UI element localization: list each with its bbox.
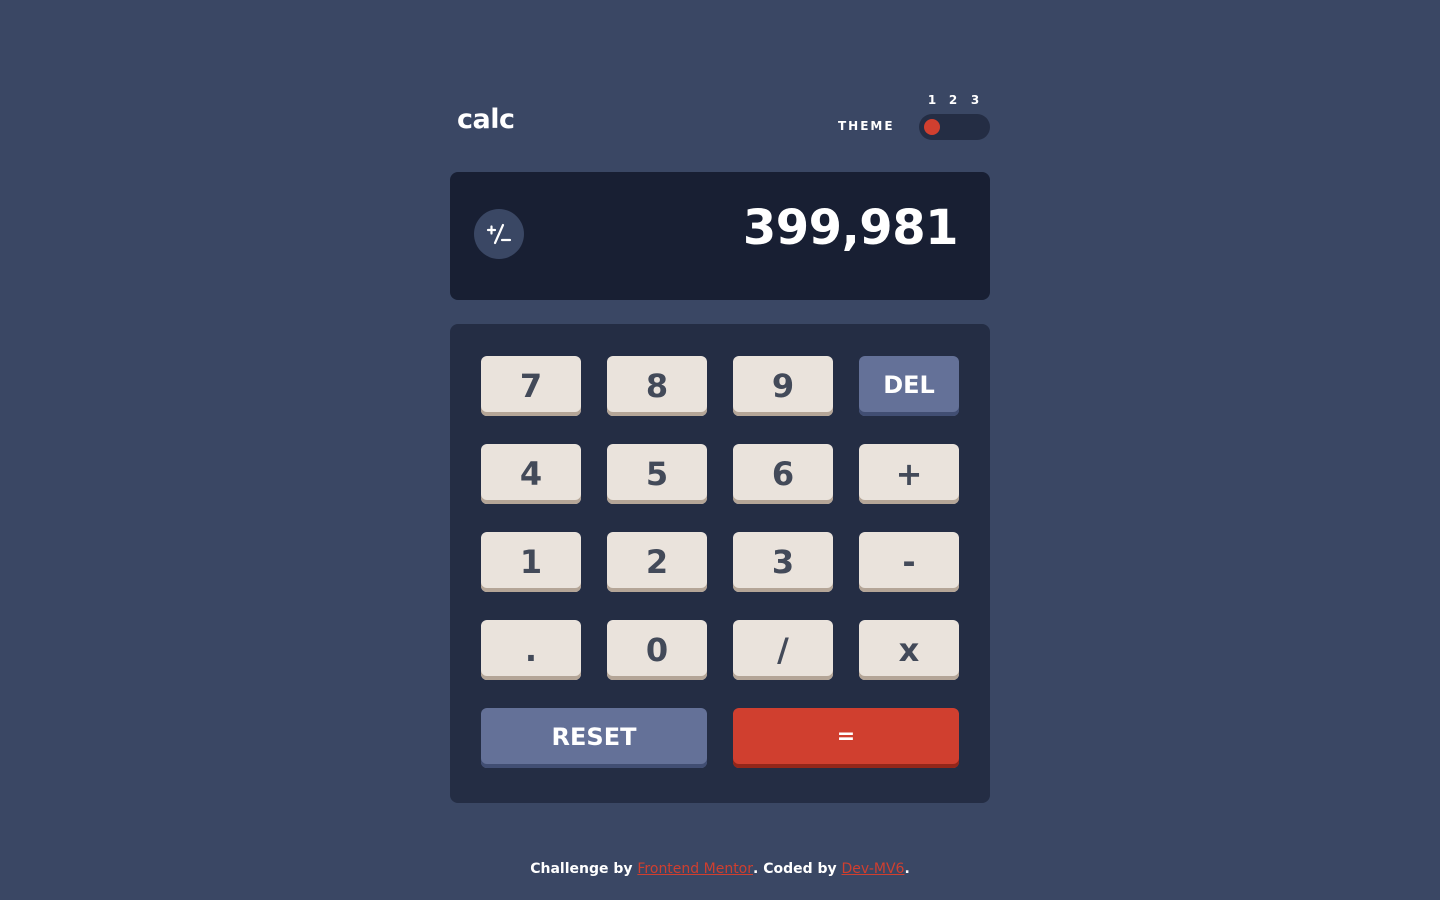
theme-toggle-knob[interactable] bbox=[924, 119, 940, 135]
key-6[interactable]: 6 bbox=[733, 444, 833, 504]
header: calc THEME 1 2 3 bbox=[450, 88, 990, 144]
author-link[interactable]: Dev-MV6 bbox=[842, 861, 905, 877]
theme-option-1[interactable]: 1 bbox=[924, 94, 940, 106]
theme-numbers: 1 2 3 bbox=[922, 94, 992, 108]
theme-label: THEME bbox=[838, 119, 895, 133]
footer-prefix: Challenge by bbox=[530, 861, 638, 877]
footer-middle: . Coded by bbox=[753, 861, 842, 877]
key-3[interactable]: 3 bbox=[733, 532, 833, 592]
key-multiply[interactable]: x bbox=[859, 620, 959, 680]
key-2[interactable]: 2 bbox=[607, 532, 707, 592]
key-plus[interactable]: + bbox=[859, 444, 959, 504]
key-1[interactable]: 1 bbox=[481, 532, 581, 592]
calculator-screen: 399,981 bbox=[450, 172, 990, 300]
key-4[interactable]: 4 bbox=[481, 444, 581, 504]
theme-toggle[interactable] bbox=[919, 114, 990, 140]
key-0[interactable]: 0 bbox=[607, 620, 707, 680]
reset-button[interactable]: RESET bbox=[481, 708, 707, 768]
footer-suffix: . bbox=[904, 861, 910, 877]
display-value: 399,981 bbox=[742, 200, 959, 256]
key-8[interactable]: 8 bbox=[607, 356, 707, 416]
plus-minus-button[interactable] bbox=[474, 209, 524, 259]
key-5[interactable]: 5 bbox=[607, 444, 707, 504]
plus-minus-icon bbox=[486, 223, 512, 245]
keypad: 7 8 9 DEL 4 5 6 + 1 2 3 - . 0 / x RESET … bbox=[450, 324, 990, 803]
calculator-app: calc THEME 1 2 3 399,981 7 8 9 DEL 4 5 6 bbox=[450, 0, 990, 900]
key-decimal[interactable]: . bbox=[481, 620, 581, 680]
key-7[interactable]: 7 bbox=[481, 356, 581, 416]
theme-option-2[interactable]: 2 bbox=[945, 94, 961, 106]
app-logo: calc bbox=[457, 104, 515, 135]
footer-attribution: Challenge by Frontend Mentor. Coded by D… bbox=[450, 859, 990, 879]
equals-button[interactable]: = bbox=[733, 708, 959, 768]
theme-option-3[interactable]: 3 bbox=[967, 94, 983, 106]
delete-button[interactable]: DEL bbox=[859, 356, 959, 416]
key-minus[interactable]: - bbox=[859, 532, 959, 592]
key-9[interactable]: 9 bbox=[733, 356, 833, 416]
frontend-mentor-link[interactable]: Frontend Mentor bbox=[637, 861, 753, 877]
key-divide[interactable]: / bbox=[733, 620, 833, 680]
